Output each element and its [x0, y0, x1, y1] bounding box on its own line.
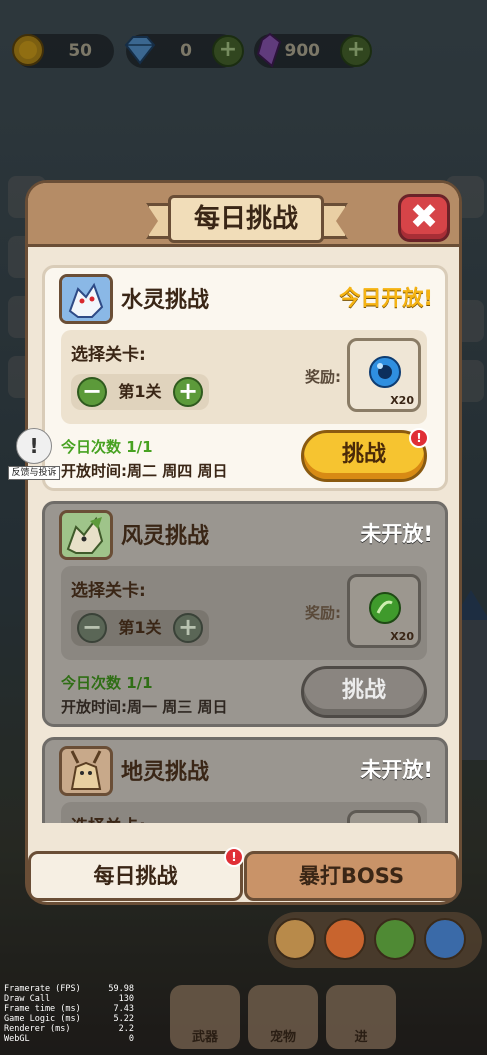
- daily-challenge-panel: 每日挑战 ✖ 水灵挑战 今日开放! 选择关卡: − 第1关 + 奖励: X20: [25, 180, 462, 905]
- stats-row: Framerate (FPS) 59.98: [4, 984, 134, 994]
- nav-advance[interactable]: 进: [326, 985, 396, 1049]
- reward-item[interactable]: X20: [347, 574, 421, 648]
- stage-select-area: 选择关卡: − 第1关 + 奖励: X20: [61, 330, 427, 424]
- wind-orb-icon: [369, 592, 401, 624]
- stage-increase-button[interactable]: +: [173, 613, 203, 643]
- challenge-status: 未开放!: [360, 522, 433, 546]
- water-skill-icon[interactable]: [424, 918, 466, 960]
- earth-spirit-portrait: [59, 746, 113, 796]
- daily-attempts: 今日次数 1/1: [61, 438, 153, 456]
- feedback-label: 反馈与投诉: [8, 466, 60, 480]
- open-schedule: 开放时间:周二 周四 周日: [61, 462, 228, 480]
- select-stage-label: 选择关卡:: [71, 812, 146, 823]
- reward-item[interactable]: X20: [347, 338, 421, 412]
- stage-increase-button[interactable]: +: [173, 377, 203, 407]
- open-schedule: 开放时间:周一 周三 周日: [61, 698, 228, 716]
- challenge-card-water: 水灵挑战 今日开放! 选择关卡: − 第1关 + 奖励: X20 今日次数 1/…: [42, 265, 448, 491]
- stage-value: 第1关: [118, 618, 162, 637]
- stage-stepper: − 第1关 +: [71, 610, 209, 646]
- challenge-name: 地灵挑战: [121, 760, 210, 785]
- wind-spirit-portrait: [59, 510, 113, 560]
- reward-item[interactable]: [347, 810, 421, 823]
- stage-select-area: 选择关卡: − 第1关 + 奖励: X20: [61, 566, 427, 660]
- nav-pet[interactable]: 宠物: [248, 985, 318, 1049]
- reward-count: X20: [390, 394, 414, 407]
- water-orb-icon: [369, 356, 401, 388]
- challenge-name: 水灵挑战: [121, 288, 210, 313]
- stats-value: 5.22: [113, 1014, 134, 1024]
- nav-weapon-label: 武器: [191, 1030, 218, 1045]
- challenge-status: 未开放!: [360, 758, 433, 782]
- challenge-list[interactable]: 水灵挑战 今日开放! 选择关卡: − 第1关 + 奖励: X20 今日次数 1/…: [42, 265, 448, 823]
- select-stage-label: 选择关卡:: [71, 345, 146, 365]
- water-spirit-portrait: [59, 274, 113, 324]
- debug-stats: Framerate (FPS) 59.98 Draw Call 130 Frame …: [4, 984, 134, 1044]
- feedback-button[interactable]: ! 反馈与投诉: [8, 428, 60, 480]
- notification-badge: !: [224, 847, 244, 867]
- tab-daily-challenge[interactable]: 每日挑战: [28, 851, 243, 901]
- stats-row: Renderer (ms) 2.2: [4, 1024, 134, 1034]
- stage-stepper: − 第1关 +: [71, 374, 209, 410]
- warning-icon: !: [16, 428, 52, 464]
- reward-label: 奖励:: [305, 604, 341, 622]
- skill-bar: [268, 912, 482, 968]
- reward-label: 奖励:: [305, 368, 341, 386]
- stats-row: Draw Call 130: [4, 994, 134, 1004]
- challenge-card-wind: 风灵挑战 未开放! 选择关卡: − 第1关 + 奖励: X20 今日次数 1/1…: [42, 501, 448, 727]
- stage-decrease-button[interactable]: −: [77, 613, 107, 643]
- blade-skill-icon[interactable]: [324, 918, 366, 960]
- nav-pet-label: 宠物: [269, 1030, 296, 1045]
- stats-value: 0: [128, 1034, 134, 1044]
- challenge-card-earth: 地灵挑战 未开放! 选择关卡:: [42, 737, 448, 823]
- panel-title: 每日挑战: [168, 195, 324, 243]
- stats-row: WebGL 0: [4, 1034, 134, 1044]
- close-icon: ✖: [409, 197, 439, 237]
- close-button[interactable]: ✖: [398, 194, 450, 242]
- nav-advance-label: 进: [354, 1030, 368, 1045]
- reward-count: X20: [390, 630, 414, 643]
- challenge-name: 风灵挑战: [121, 524, 210, 549]
- select-stage-label: 选择关卡:: [71, 581, 146, 601]
- stats-key: Frame time (ms): [4, 1004, 81, 1014]
- tab-boss-fight[interactable]: 暴打BOSS: [244, 851, 459, 901]
- stats-key: Game Logic (ms): [4, 1014, 81, 1024]
- stats-key: Draw Call: [4, 994, 51, 1004]
- daily-attempts: 今日次数 1/1: [61, 674, 153, 692]
- challenge-status: 今日开放!: [339, 286, 433, 310]
- stats-key: Framerate (FPS): [4, 984, 81, 994]
- stage-decrease-button[interactable]: −: [77, 377, 107, 407]
- notification-badge: !: [409, 428, 429, 448]
- nav-weapon[interactable]: 武器: [170, 985, 240, 1049]
- challenge-button[interactable]: 挑战: [301, 666, 427, 718]
- stats-value: 59.98: [108, 984, 134, 994]
- sword-skill-icon[interactable]: [274, 918, 316, 960]
- stats-row: Game Logic (ms) 5.22: [4, 1014, 134, 1024]
- stats-value: 130: [118, 994, 134, 1004]
- stats-value: 7.43: [113, 1004, 134, 1014]
- stats-key: WebGL: [4, 1034, 30, 1044]
- nature-skill-icon[interactable]: [374, 918, 416, 960]
- stats-row: Frame time (ms) 7.43: [4, 1004, 134, 1014]
- stats-key: Renderer (ms): [4, 1024, 71, 1034]
- stage-value: 第1关: [118, 382, 162, 401]
- stats-value: 2.2: [118, 1024, 134, 1034]
- stage-select-area: 选择关卡:: [61, 802, 427, 823]
